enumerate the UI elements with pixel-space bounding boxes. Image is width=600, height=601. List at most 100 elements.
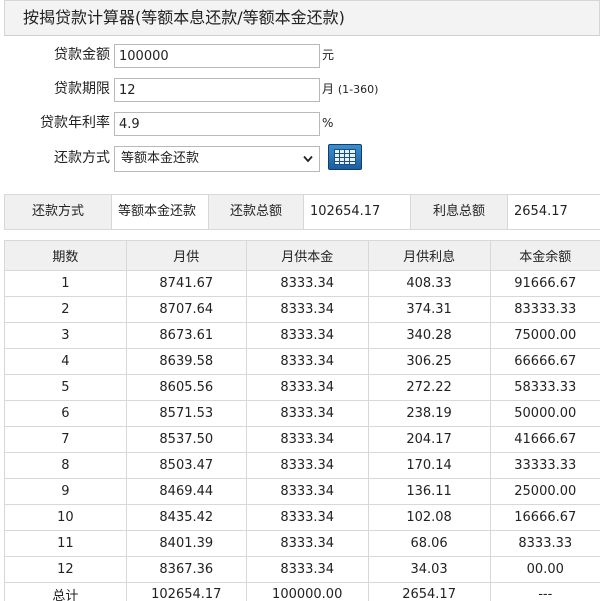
loan-term-label: 贷款期限 [54,81,110,97]
repayment-method-selected: 等额本金还款 [121,151,200,166]
table-row: 12 8367.36 8333.34 34.03 00.00 [4,556,600,583]
cell-payment: 8367.36 [125,556,247,583]
cell-period: 4 [4,348,127,375]
cell-balance: 75000.00 [489,322,600,349]
header-period: 期数 [4,240,127,271]
cell-balance: 83333.33 [489,296,600,323]
loan-amount-row: 贷款金额 元 [4,38,600,72]
header-remaining-principal: 本金余额 [489,240,600,271]
repayment-method-label: 还款方式 [54,150,110,166]
loan-amount-unit: 元 [322,48,335,62]
cell-interest: 238.19 [367,400,491,427]
interest-rate-label: 贷款年利率 [40,115,110,131]
cell-payment: 8401.39 [125,530,247,557]
cell-period: 11 [4,530,127,557]
cell-period: 7 [4,426,127,453]
cell-period: 2 [4,296,127,323]
cell-interest: 204.17 [367,426,491,453]
loan-amount-input[interactable] [114,44,320,68]
cell-balance: 58333.33 [489,374,600,401]
header-monthly-payment: 月供 [125,240,247,271]
loan-term-unit: 月 [322,82,335,96]
table-row: 1 8741.67 8333.34 408.33 91666.67 [4,270,600,297]
table-row: 9 8469.44 8333.34 136.11 25000.00 [4,478,600,505]
interest-rate-unit: % [322,116,334,130]
cell-balance: 16666.67 [489,504,600,531]
table-row: 8 8503.47 8333.34 170.14 33333.33 [4,452,600,479]
cell-principal: 8333.34 [245,322,369,349]
cell-principal: 8333.34 [245,400,369,427]
cell-interest: 340.28 [367,322,491,349]
cell-balance: 25000.00 [489,478,600,505]
cell-interest: 136.11 [367,478,491,505]
cell-balance: 33333.33 [489,452,600,479]
table-row: 11 8401.39 8333.34 68.06 8333.33 [4,530,600,557]
calculator-icon [334,149,356,165]
summary-interest-value: 2654.17 [507,195,600,229]
table-row: 5 8605.56 8333.34 272.22 58333.33 [4,374,600,401]
cell-payment: 8707.64 [125,296,247,323]
cell-payment: 8469.44 [125,478,247,505]
cell-principal: 8333.34 [245,478,369,505]
cell-period: 6 [4,400,127,427]
cell-balance: 8333.33 [489,530,600,557]
cell-payment: 8605.56 [125,374,247,401]
cell-payment: 8571.53 [125,400,247,427]
cell-period: 1 [4,270,127,297]
cell-balance: 91666.67 [489,270,600,297]
cell-principal: 8333.34 [245,530,369,557]
cell-principal: 8333.34 [245,296,369,323]
summary-method-value: 等额本金还款 [111,195,209,229]
cell-interest: 68.06 [367,530,491,557]
repayment-method-select[interactable]: 等额本金还款 [114,146,320,172]
cell-interest: 170.14 [367,452,491,479]
cell-payment: 8673.61 [125,322,247,349]
cell-period: 8 [4,452,127,479]
cell-principal: 8333.34 [245,270,369,297]
total-label: 总计 [4,582,127,601]
calculate-button[interactable] [328,144,362,170]
cell-principal: 8333.34 [245,426,369,453]
loan-amount-label: 贷款金额 [54,47,110,63]
cell-interest: 102.08 [367,504,491,531]
interest-rate-input[interactable] [114,112,320,136]
header-monthly-interest: 月供利息 [367,240,491,271]
summary-bar: 还款方式 等额本金还款 还款总额 102654.17 利息总额 2654.17 [4,194,600,230]
cell-interest: 374.31 [367,296,491,323]
summary-total-value: 102654.17 [303,195,411,229]
total-principal: 100000.00 [245,582,369,601]
cell-principal: 8333.34 [245,348,369,375]
loan-term-range-hint: (1-360) [337,83,379,96]
summary-method-label: 还款方式 [31,204,84,219]
cell-principal: 8333.34 [245,556,369,583]
total-payment: 102654.17 [125,582,247,601]
table-row: 6 8571.53 8333.34 238.19 50000.00 [4,400,600,427]
cell-balance: 66666.67 [489,348,600,375]
cell-period: 10 [4,504,127,531]
total-balance: --- [489,582,600,601]
chevron-down-icon [303,155,313,163]
page-title: 按揭贷款计算器(等额本息还款/等额本金还款) [4,0,600,36]
cell-balance: 50000.00 [489,400,600,427]
cell-payment: 8435.42 [125,504,247,531]
cell-period: 9 [4,478,127,505]
cell-payment: 8537.50 [125,426,247,453]
repayment-method-row: 还款方式 等额本金还款 [4,141,600,175]
cell-period: 3 [4,322,127,349]
cell-payment: 8503.47 [125,452,247,479]
cell-interest: 272.22 [367,374,491,401]
cell-principal: 8333.34 [245,374,369,401]
summary-total-label: 还款总额 [229,204,282,219]
table-header-row: 期数 月供 月供本金 月供利息 本金余额 [4,240,600,271]
repayment-schedule-table: 期数 月供 月供本金 月供利息 本金余额 1 8741.67 8333.34 408.… [4,240,600,601]
cell-period: 5 [4,374,127,401]
loan-term-row: 贷款期限 月 (1-360) [4,72,600,106]
cell-principal: 8333.34 [245,452,369,479]
table-row: 3 8673.61 8333.34 340.28 75000.00 [4,322,600,349]
cell-period: 12 [4,556,127,583]
summary-interest-label: 利息总额 [432,204,485,219]
header-monthly-principal: 月供本金 [245,240,369,271]
loan-term-input[interactable] [114,78,320,102]
interest-rate-row: 贷款年利率 % [4,106,600,140]
table-row: 2 8707.64 8333.34 374.31 83333.33 [4,296,600,323]
